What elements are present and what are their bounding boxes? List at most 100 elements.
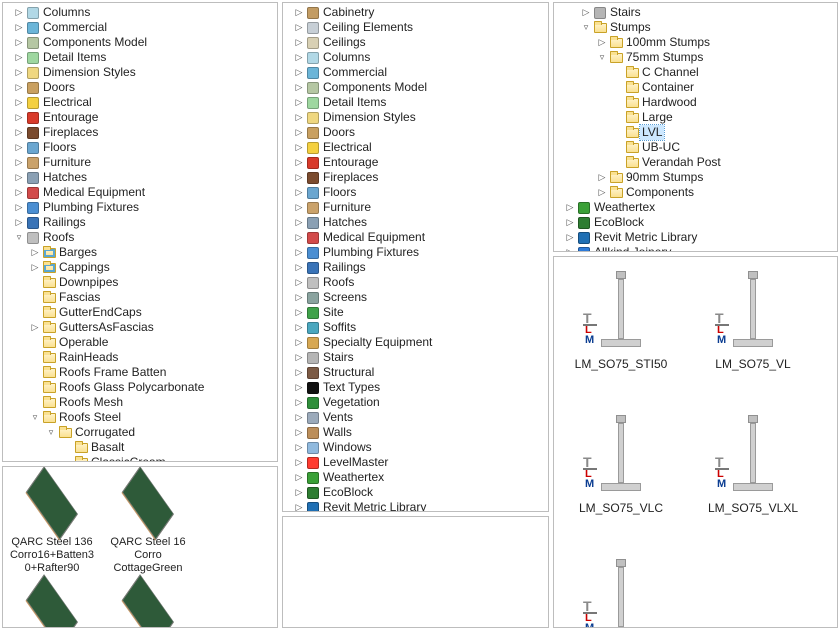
tree-item[interactable]: ClassicCream [5,455,277,462]
tree-item[interactable]: ▷Vegetation [285,395,548,410]
expand-icon[interactable]: ▷ [29,260,41,275]
tree-item[interactable]: ▷Plumbing Fixtures [285,245,548,260]
expand-icon[interactable]: ▷ [293,65,305,80]
tree-item[interactable]: ▷Revit Metric Library [285,500,548,512]
tree-item[interactable]: ▷Weathertex [556,200,837,215]
expand-icon[interactable]: ▷ [13,20,25,35]
expand-icon[interactable]: ▷ [293,350,305,365]
expand-icon[interactable]: ▷ [293,230,305,245]
tree-item[interactable]: Downpipes [5,275,277,290]
tree-item[interactable]: ▷Roofs [285,275,548,290]
expand-icon[interactable]: ▷ [293,50,305,65]
expand-icon[interactable]: ▷ [293,440,305,455]
tree-item[interactable]: ▷Detail Items [285,95,548,110]
expand-icon[interactable]: ▷ [13,215,25,230]
expand-icon[interactable]: ▷ [564,245,576,252]
left-thumb-pane[interactable]: QARC Steel 136 Corro16+Batten30+Rafter90… [2,466,278,628]
mid-tree-pane[interactable]: ▷Cabinetry▷Ceiling Elements▷Ceilings▷Col… [282,2,549,512]
tree-item[interactable]: ▷100mm Stumps [556,35,837,50]
tree-item[interactable]: ▷Fireplaces [285,170,548,185]
tree-item[interactable]: ▷Railings [5,215,277,230]
tree-item[interactable]: ▷Soffits [285,320,548,335]
expand-icon[interactable]: ▷ [293,215,305,230]
expand-icon[interactable]: ▷ [293,200,305,215]
tree-item[interactable]: ▷Allkind Joinery [556,245,837,252]
expand-icon[interactable]: ▷ [293,110,305,125]
thumbnail[interactable]: TLMLM_SO75_VL [708,267,798,397]
tree-item[interactable]: ▷Furniture [285,200,548,215]
tree-item[interactable]: Basalt [5,440,277,455]
expand-icon[interactable]: ▷ [564,200,576,215]
tree-item[interactable]: ▷Floors [285,185,548,200]
expand-icon[interactable]: ▷ [293,245,305,260]
expand-icon[interactable]: ▷ [13,110,25,125]
expand-icon[interactable]: ▷ [29,320,41,335]
tree-item[interactable]: ▷Components Model [5,35,277,50]
tree-item[interactable]: ▷Ceilings [285,35,548,50]
expand-icon[interactable]: ▷ [13,140,25,155]
thumbnail[interactable]: QARC Steel 16 Corro CottageGreen [103,473,193,575]
thumbnail[interactable]: TLMLM_SO75_VS [576,555,666,628]
tree-item[interactable]: ▷Medical Equipment [5,185,277,200]
tree-item[interactable]: ▷Windows [285,440,548,455]
expand-icon[interactable]: ▷ [596,185,608,200]
expand-icon[interactable]: ▷ [293,95,305,110]
tree-item[interactable]: ▷Components [556,185,837,200]
tree-item[interactable]: ▷Medical Equipment [285,230,548,245]
tree-item[interactable]: ▷Commercial [5,20,277,35]
expand-icon[interactable]: ▷ [293,335,305,350]
tree-item[interactable]: ▷Columns [285,50,548,65]
tree-item[interactable]: ▷Hatches [285,215,548,230]
thumbnail[interactable]: TLMLM_SO75_STI50 [576,267,666,397]
expand-icon[interactable]: ▷ [596,170,608,185]
tree-item[interactable]: ▷Components Model [285,80,548,95]
tree-item[interactable]: ▷Weathertex [285,470,548,485]
tree-item[interactable]: ▷Dimension Styles [285,110,548,125]
tree-item[interactable]: ▷Hatches [5,170,277,185]
tree-item[interactable]: ▷Dimension Styles [5,65,277,80]
thumbnail[interactable] [7,581,97,628]
tree-item[interactable]: Operable [5,335,277,350]
expand-icon[interactable]: ▷ [293,275,305,290]
expand-icon[interactable]: ▷ [293,20,305,35]
tree-item[interactable]: ▷Railings [285,260,548,275]
tree-item[interactable]: ▷Entourage [5,110,277,125]
expand-icon[interactable]: ▷ [293,380,305,395]
expand-icon[interactable]: ▷ [293,140,305,155]
tree-item[interactable]: Container [556,80,837,95]
thumbnail[interactable]: TLMLM_SO75_VLXL [708,411,798,541]
tree-item[interactable]: ▷Floors [5,140,277,155]
expand-icon[interactable]: ▷ [13,80,25,95]
tree-item[interactable]: ▷Columns [5,5,277,20]
tree-item[interactable]: ▷Barges [5,245,277,260]
expand-icon[interactable]: ▷ [293,305,305,320]
tree-item[interactable]: Fascias [5,290,277,305]
expand-icon[interactable]: ▷ [293,425,305,440]
collapse-icon[interactable]: ▿ [580,20,592,35]
tree-item[interactable]: ▷Stairs [556,5,837,20]
expand-icon[interactable]: ▷ [293,35,305,50]
tree-item[interactable]: ▷EcoBlock [556,215,837,230]
expand-icon[interactable]: ▷ [293,125,305,140]
tree-item[interactable]: ▷Doors [5,80,277,95]
tree-item[interactable]: ▿Roofs [5,230,277,245]
tree-item[interactable]: ▷Cappings [5,260,277,275]
thumbnail[interactable]: QARC Steel 136 Corro16+Batten30+Rafter90 [7,473,97,575]
expand-icon[interactable]: ▷ [13,35,25,50]
tree-item[interactable]: GutterEndCaps [5,305,277,320]
tree-item[interactable]: ▷Specialty Equipment [285,335,548,350]
tree-item[interactable]: RainHeads [5,350,277,365]
thumbnail[interactable]: TLMLM_SO75_VLC [576,411,666,541]
tree-item[interactable]: ▷LevelMaster [285,455,548,470]
tree-item[interactable]: Roofs Glass Polycarbonate [5,380,277,395]
collapse-icon[interactable]: ▿ [29,410,41,425]
expand-icon[interactable]: ▷ [29,245,41,260]
tree-item[interactable]: ▷Fireplaces [5,125,277,140]
expand-icon[interactable]: ▷ [293,410,305,425]
tree-item[interactable]: ▷Electrical [5,95,277,110]
tree-item[interactable]: ▷Site [285,305,548,320]
expand-icon[interactable]: ▷ [13,95,25,110]
mid-thumb-pane[interactable] [282,516,549,628]
tree-item[interactable]: ▷Walls [285,425,548,440]
collapse-icon[interactable]: ▿ [45,425,57,440]
